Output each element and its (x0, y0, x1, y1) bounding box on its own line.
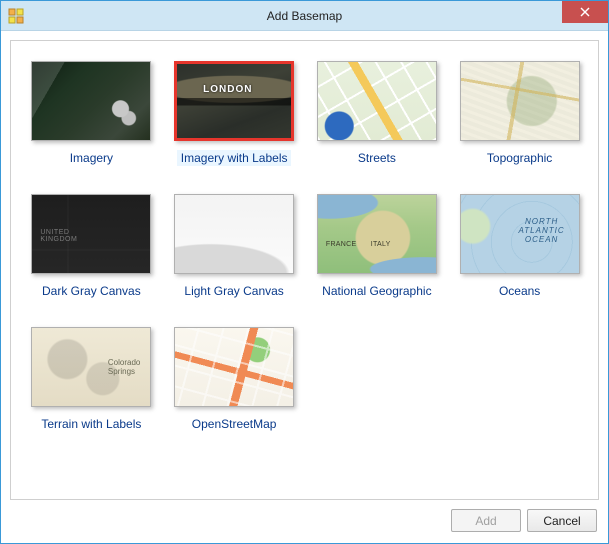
close-icon (580, 7, 590, 17)
basemap-label: Topographic (483, 150, 556, 166)
basemap-thumbnail (31, 327, 151, 407)
basemap-gallery: Imagery Imagery with Labels Streets Topogra… (10, 40, 599, 500)
basemap-thumbnail (460, 61, 580, 141)
basemap-item[interactable]: Topographic (453, 59, 586, 168)
basemap-label: OpenStreetMap (188, 416, 281, 432)
basemap-item[interactable]: Light Gray Canvas (168, 192, 301, 301)
dialog-button-row: Add Cancel (10, 500, 599, 534)
basemap-thumbnail (317, 194, 437, 274)
basemap-label: Streets (354, 150, 400, 166)
basemap-item[interactable]: OpenStreetMap (168, 325, 301, 434)
close-button[interactable] (562, 1, 608, 23)
title-bar: Add Basemap (1, 1, 608, 31)
basemap-thumbnail (31, 61, 151, 141)
window-title: Add Basemap (1, 9, 608, 23)
cancel-button[interactable]: Cancel (527, 509, 597, 532)
basemap-label: Dark Gray Canvas (38, 283, 145, 299)
basemap-thumbnail (174, 61, 294, 141)
basemap-label: Terrain with Labels (37, 416, 145, 432)
basemap-item[interactable]: National Geographic (311, 192, 444, 301)
basemap-thumbnail (317, 61, 437, 141)
basemap-item[interactable]: Terrain with Labels (25, 325, 158, 434)
app-icon (8, 8, 24, 24)
basemap-item[interactable]: Oceans (453, 192, 586, 301)
basemap-label: Imagery (66, 150, 117, 166)
basemap-thumbnail (31, 194, 151, 274)
basemap-item[interactable]: Imagery with Labels (168, 59, 301, 168)
add-button[interactable]: Add (451, 509, 521, 532)
basemap-label: Light Gray Canvas (180, 283, 287, 299)
basemap-item[interactable]: Imagery (25, 59, 158, 168)
basemap-label: Imagery with Labels (177, 150, 292, 166)
basemap-item[interactable]: Streets (311, 59, 444, 168)
dialog-body: Imagery Imagery with Labels Streets Topogra… (1, 31, 608, 543)
basemap-thumbnail (174, 194, 294, 274)
basemap-label: Oceans (495, 283, 544, 299)
basemap-label: National Geographic (318, 283, 435, 299)
basemap-thumbnail (460, 194, 580, 274)
basemap-thumbnail (174, 327, 294, 407)
basemap-item[interactable]: Dark Gray Canvas (25, 192, 158, 301)
